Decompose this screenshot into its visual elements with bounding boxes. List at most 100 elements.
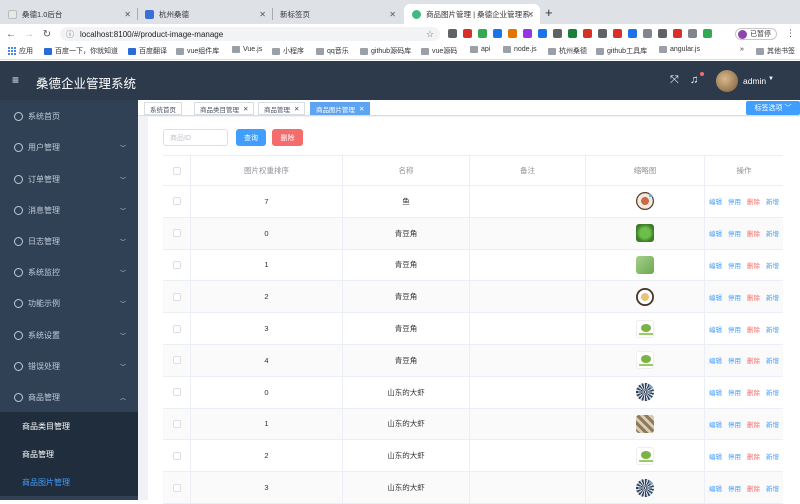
sidebar-item-orders[interactable]: 订单管理 ﹀: [0, 164, 138, 195]
close-icon[interactable]: ✕: [359, 105, 364, 113]
add-link[interactable]: 新增: [766, 419, 779, 429]
extension-icon[interactable]: [508, 29, 517, 38]
bookmark-item[interactable]: 应用: [8, 46, 33, 56]
add-link[interactable]: 新增: [766, 196, 779, 206]
close-icon[interactable]: ✕: [527, 10, 534, 19]
bookmark-item[interactable]: api: [470, 46, 490, 53]
star-icon[interactable]: ☆: [426, 29, 434, 40]
header-note[interactable]: 备注: [470, 156, 586, 185]
browser-tab[interactable]: 杭州桑德 ✕: [137, 4, 273, 24]
add-link[interactable]: 新增: [766, 228, 779, 238]
edit-link[interactable]: 编辑: [709, 228, 722, 238]
sidebar-item-settings[interactable]: 系统设置 ﹀: [0, 320, 138, 351]
row-checkbox[interactable]: [172, 451, 181, 460]
add-link[interactable]: 新增: [766, 260, 779, 270]
product-id-input[interactable]: 商品ID: [163, 129, 228, 146]
bookmark-item[interactable]: github源码库: [360, 46, 411, 56]
close-icon[interactable]: ✕: [294, 105, 299, 113]
extension-icon[interactable]: [538, 29, 547, 38]
bookmark-item[interactable]: github工具库: [596, 46, 647, 56]
tag-home[interactable]: 系统首页: [144, 102, 182, 115]
extension-icon[interactable]: [478, 29, 487, 38]
select-all-checkbox[interactable]: [172, 166, 181, 175]
sidebar-item-errors[interactable]: 错误处理 ﹀: [0, 351, 138, 382]
edit-link[interactable]: 编辑: [709, 324, 722, 334]
avatar[interactable]: [716, 70, 738, 92]
disable-link[interactable]: 停用: [728, 355, 741, 365]
browser-tab[interactable]: 桑德1.0后台 ✕: [0, 4, 138, 24]
edit-link[interactable]: 编辑: [709, 196, 722, 206]
row-checkbox[interactable]: [172, 483, 181, 492]
profile-button[interactable]: 已暂停: [735, 28, 777, 40]
caret-down-icon[interactable]: ▼: [768, 76, 774, 82]
browser-tab[interactable]: 新标签页 ✕: [272, 4, 402, 24]
row-checkbox[interactable]: [172, 419, 181, 428]
bookmark-item[interactable]: 百度一下，你就知道: [44, 46, 118, 56]
row-checkbox[interactable]: [172, 260, 181, 269]
reload-icon[interactable]: ↻: [40, 29, 54, 40]
add-link[interactable]: 新增: [766, 387, 779, 397]
new-tab-icon[interactable]: +: [545, 5, 553, 20]
row-checkbox[interactable]: [172, 388, 181, 397]
delete-button[interactable]: 删除: [272, 129, 303, 146]
extension-icon[interactable]: [628, 29, 637, 38]
delete-link[interactable]: 删除: [747, 292, 760, 302]
row-checkbox[interactable]: [172, 356, 181, 365]
header-actions[interactable]: 操作: [705, 156, 783, 185]
edit-link[interactable]: 编辑: [709, 451, 722, 461]
add-link[interactable]: 新增: [766, 483, 779, 493]
delete-link[interactable]: 删除: [747, 451, 760, 461]
username[interactable]: admin: [743, 76, 766, 86]
thumbnail-image[interactable]: [636, 414, 654, 433]
edit-link[interactable]: 编辑: [709, 483, 722, 493]
disable-link[interactable]: 停用: [728, 292, 741, 302]
fullscreen-icon[interactable]: ⤧: [670, 74, 679, 87]
url-input[interactable]: ⓘ localhost:8100/#/product-image-manage …: [60, 27, 440, 41]
thumbnail-image[interactable]: [636, 319, 654, 338]
header-thumbnail[interactable]: 缩略图: [586, 156, 705, 185]
close-icon[interactable]: ✕: [243, 105, 248, 113]
disable-link[interactable]: 停用: [728, 324, 741, 334]
header-name[interactable]: 名称: [343, 156, 470, 185]
edit-link[interactable]: 编辑: [709, 355, 722, 365]
extension-icon[interactable]: [553, 29, 562, 38]
edit-link[interactable]: 编辑: [709, 260, 722, 270]
bookmark-item[interactable]: Vue.js: [232, 46, 262, 53]
add-link[interactable]: 新增: [766, 292, 779, 302]
sidebar-item-messages[interactable]: 消息管理 ﹀: [0, 195, 138, 226]
thumbnail-image[interactable]: [636, 446, 654, 465]
bell-icon[interactable]: ♫: [690, 74, 698, 86]
row-checkbox[interactable]: [172, 229, 181, 238]
bookmark-item[interactable]: qq音乐: [316, 46, 349, 56]
edit-link[interactable]: 编辑: [709, 292, 722, 302]
delete-link[interactable]: 删除: [747, 355, 760, 365]
edit-link[interactable]: 编辑: [709, 387, 722, 397]
tag-product-images[interactable]: 商品图片管理 ✕: [310, 102, 371, 115]
extension-icon[interactable]: [673, 29, 682, 38]
delete-link[interactable]: 删除: [747, 387, 760, 397]
thumbnail-image[interactable]: [636, 383, 654, 402]
delete-link[interactable]: 删除: [747, 419, 760, 429]
sidebar-item-home[interactable]: 系统首页: [0, 101, 138, 132]
close-icon[interactable]: ✕: [124, 10, 131, 19]
browser-tab-active[interactable]: 商品图片管理 | 桑德企业管理系… ✕: [404, 4, 540, 24]
extension-icon[interactable]: [598, 29, 607, 38]
extension-icon[interactable]: [658, 29, 667, 38]
sidebar-item-monitor[interactable]: 系统监控 ﹀: [0, 257, 138, 288]
bookmark-item[interactable]: 百度翻译: [128, 46, 167, 56]
thumbnail-image[interactable]: [636, 192, 654, 211]
add-link[interactable]: 新增: [766, 324, 779, 334]
row-checkbox[interactable]: [172, 324, 181, 333]
disable-link[interactable]: 停用: [728, 228, 741, 238]
bookmark-item[interactable]: 其他书签: [756, 46, 795, 56]
bookmark-item[interactable]: 小程序: [272, 46, 304, 56]
extension-icon[interactable]: [703, 29, 712, 38]
disable-link[interactable]: 停用: [728, 419, 741, 429]
extension-icon[interactable]: [688, 29, 697, 38]
query-button[interactable]: 查询: [236, 129, 266, 146]
bookmark-item[interactable]: vue组件库: [176, 46, 219, 56]
disable-link[interactable]: 停用: [728, 451, 741, 461]
forward-icon[interactable]: →: [22, 29, 36, 40]
sidebar-item-products[interactable]: 商品管理 ︿: [0, 382, 138, 413]
row-checkbox[interactable]: [172, 292, 181, 301]
